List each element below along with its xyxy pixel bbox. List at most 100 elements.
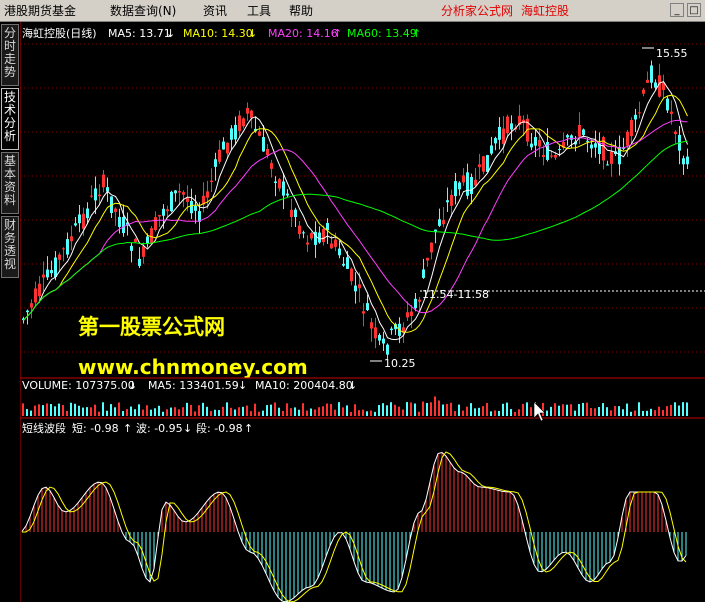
volume-ma10-arrow: ↓ — [348, 379, 357, 392]
menu-item-data-query[interactable]: 数据查询(N) — [110, 3, 176, 19]
volume-bar — [178, 409, 180, 416]
indicator-segment-arrow: ↑ — [244, 422, 253, 435]
tab-financials[interactable]: 财务透视 — [1, 216, 19, 278]
candle-body — [138, 258, 141, 266]
candle-body — [66, 239, 69, 255]
volume-bar — [210, 410, 212, 416]
volume-bar — [354, 404, 356, 416]
volume-bar — [326, 403, 328, 416]
candle-body — [26, 310, 29, 313]
candle-body — [250, 110, 253, 118]
volume-bar — [134, 409, 136, 416]
candle-body — [494, 138, 497, 144]
volume-ma10-label: MA10: 200404.80 — [255, 379, 353, 392]
candle-body — [206, 191, 209, 198]
volume-bar — [530, 407, 532, 416]
candle-body — [406, 312, 409, 318]
volume-bar — [118, 402, 120, 416]
ma5-label: MA5: 13.71 — [108, 27, 171, 40]
ma20-label: MA20: 14.16 — [268, 27, 338, 40]
candle-body — [234, 124, 237, 140]
candle-body — [474, 179, 477, 186]
candle-body — [190, 201, 193, 214]
volume-bar — [650, 408, 652, 416]
volume-bar — [446, 403, 448, 416]
candle-body — [326, 222, 329, 231]
volume-bar — [234, 409, 236, 416]
candle-body — [174, 190, 177, 194]
volume-ma5-label: MA5: 133401.59 — [148, 379, 239, 392]
candle-body — [222, 141, 225, 150]
menu-item-news[interactable]: 资讯 — [203, 3, 227, 19]
candle-body — [142, 246, 145, 257]
tab-technical[interactable]: 技术分析 — [1, 88, 19, 150]
chart-area[interactable]: 海虹控股(日线) MA5: 13.71 ↓ MA10: 14.30 ↓ MA20… — [20, 22, 705, 602]
volume-bar — [98, 411, 100, 416]
volume-bar — [226, 402, 228, 416]
menu-item-help[interactable]: 帮助 — [289, 3, 313, 19]
volume-bar — [486, 402, 488, 416]
volume-bars — [22, 396, 688, 416]
candle-body — [638, 112, 641, 114]
volume-bar — [282, 410, 284, 416]
candle-body — [414, 298, 417, 309]
minimize-button[interactable]: _ — [670, 3, 684, 17]
menu-item-tools[interactable]: 工具 — [247, 3, 271, 19]
candle-body — [462, 175, 465, 183]
candle-body — [82, 213, 85, 229]
tab-basic-info[interactable]: 基本资料 — [1, 152, 19, 214]
candle-body — [382, 338, 385, 344]
candle-body — [586, 140, 589, 142]
volume-bar — [158, 405, 160, 416]
candle-body — [98, 194, 101, 197]
ma60-arrow: ↑ — [412, 27, 421, 40]
volume-bar — [186, 402, 188, 416]
watermark-url: www.chnmoney.com — [78, 355, 308, 379]
volume-bar — [94, 404, 96, 416]
volume-bar — [666, 406, 668, 416]
volume-bar — [610, 410, 612, 416]
volume-bar — [566, 404, 568, 416]
volume-bar — [306, 410, 308, 416]
candle-body — [570, 135, 573, 140]
indicator-short-label: 短: -0.98 — [72, 421, 119, 435]
candle-body — [286, 193, 289, 196]
candle-body — [278, 179, 281, 189]
volume-bar — [402, 409, 404, 416]
volume-bar — [154, 408, 156, 416]
link-formula-site[interactable]: 分析家公式网 — [441, 3, 513, 19]
volume-bar — [350, 411, 352, 416]
candle-body — [370, 322, 373, 329]
candle-body — [418, 299, 421, 302]
candle-body — [542, 154, 545, 158]
indicator-segment-label: 段: -0.98 — [196, 421, 243, 435]
volume-bar — [198, 405, 200, 416]
volume-bar — [362, 409, 364, 416]
candle-body — [330, 243, 333, 249]
candle-body — [650, 65, 653, 83]
volume-bar — [302, 403, 304, 416]
volume-bar — [594, 408, 596, 416]
candle-body — [178, 191, 181, 193]
candle-body — [170, 191, 173, 212]
volume-bar — [454, 411, 456, 416]
candle-body — [214, 159, 217, 167]
volume-bar — [570, 404, 572, 416]
volume-bar — [478, 407, 480, 416]
candle-body — [186, 197, 189, 202]
candle-body — [274, 181, 277, 184]
maximize-button[interactable]: □ — [687, 3, 701, 17]
volume-bar — [686, 402, 688, 416]
ma10-label: MA10: 14.30 — [183, 27, 253, 40]
volume-bar — [206, 406, 208, 416]
menu-item-hk-futures-funds[interactable]: 港股期货基金 — [4, 3, 76, 19]
volume-bar — [382, 403, 384, 416]
volume-bar — [474, 408, 476, 416]
volume-bar — [518, 409, 520, 416]
candle-body — [422, 269, 425, 278]
candle-body — [550, 155, 553, 157]
candle-body — [266, 148, 269, 156]
tab-intraday[interactable]: 分时走势 — [1, 24, 19, 86]
candle-body — [194, 205, 197, 211]
link-stock-name[interactable]: 海虹控股 — [521, 3, 569, 19]
